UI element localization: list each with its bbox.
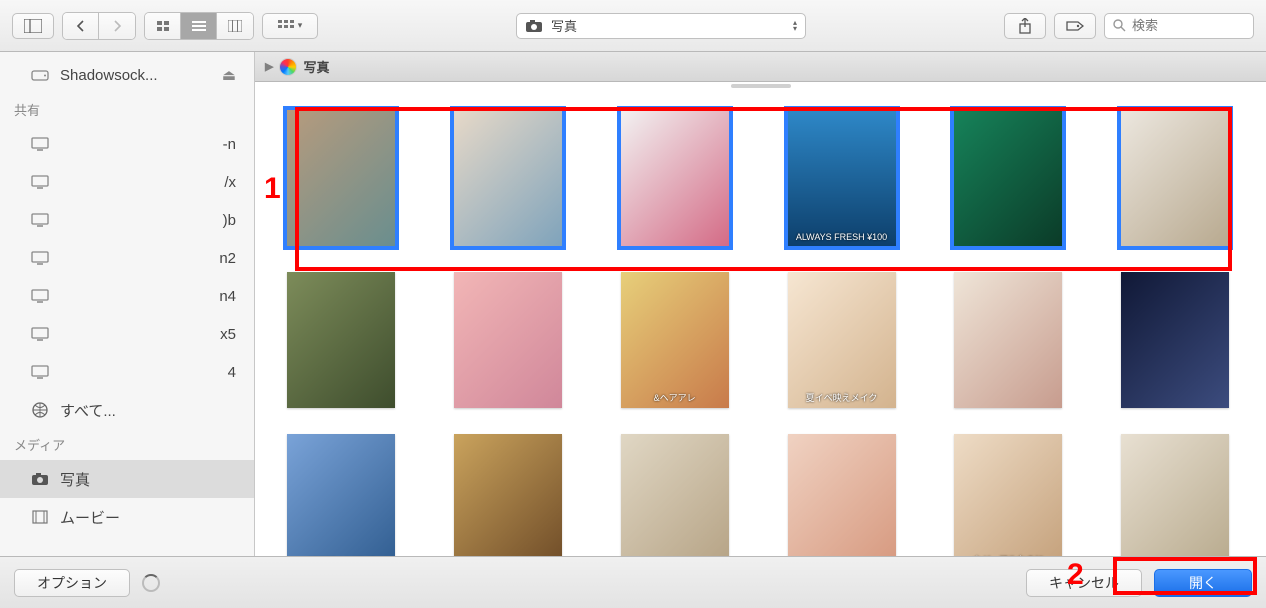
eject-icon[interactable]: ⏏ bbox=[222, 66, 236, 84]
list-view-button[interactable] bbox=[181, 13, 217, 39]
open-button[interactable]: 開く bbox=[1154, 569, 1252, 597]
thumbnail-item[interactable] bbox=[954, 110, 1062, 246]
thumbnail-item[interactable]: カジュアルなのに bbox=[954, 434, 1062, 556]
sidebar-shared-item[interactable]: 4 bbox=[0, 353, 254, 391]
toolbar: ▾ 写真 ▴▾ bbox=[0, 0, 1266, 52]
resize-handle[interactable] bbox=[731, 84, 791, 88]
share-button[interactable] bbox=[1004, 13, 1046, 39]
footer: オプション キャンセル 開く bbox=[0, 556, 1266, 608]
sidebar-toggle-button[interactable] bbox=[12, 13, 54, 39]
media-header: メディア bbox=[0, 429, 254, 460]
spinner-icon bbox=[142, 574, 160, 592]
search-box[interactable] bbox=[1104, 13, 1254, 39]
path-title: 写真 bbox=[303, 57, 329, 76]
thumbnail-item[interactable] bbox=[788, 434, 896, 556]
disclosure-triangle-icon[interactable]: ▶ bbox=[265, 60, 273, 73]
column-view-button[interactable] bbox=[217, 13, 253, 39]
monitor-icon bbox=[30, 250, 50, 266]
thumbnail-item[interactable] bbox=[1121, 434, 1229, 556]
thumbnail-item[interactable] bbox=[287, 272, 395, 408]
sidebar-movies-item[interactable]: ムービー bbox=[0, 498, 254, 536]
thumbnail-item[interactable] bbox=[1121, 110, 1229, 246]
options-button[interactable]: オプション bbox=[14, 569, 130, 597]
view-group bbox=[144, 12, 254, 40]
sidebar-all-item[interactable]: すべて... bbox=[0, 391, 254, 429]
thumbnail-caption: ALWAYS FRESH ¥100 bbox=[788, 232, 896, 242]
monitor-icon bbox=[30, 212, 50, 228]
camera-icon bbox=[30, 471, 50, 487]
location-label: 写真 bbox=[551, 16, 577, 35]
thumbnail-item[interactable] bbox=[1121, 272, 1229, 408]
thumbnail-item[interactable] bbox=[454, 434, 562, 556]
thumbnail-item[interactable] bbox=[287, 110, 395, 246]
sidebar-photos-item[interactable]: 写真 bbox=[0, 460, 254, 498]
sidebar-shared-item[interactable]: -n bbox=[0, 125, 254, 163]
thumbnail-item[interactable] bbox=[954, 272, 1062, 408]
thumbnail-caption: カジュアルなのに bbox=[954, 553, 1062, 556]
sidebar-shared-item[interactable]: /x bbox=[0, 163, 254, 201]
monitor-icon bbox=[30, 174, 50, 190]
thumbnail-item[interactable]: 夏イベ映えメイク bbox=[788, 272, 896, 408]
thumbnail-item[interactable]: SPEED LIMIT 45 bbox=[287, 434, 395, 556]
icon-view-button[interactable] bbox=[145, 13, 181, 39]
tags-button[interactable] bbox=[1054, 13, 1096, 39]
forward-button[interactable] bbox=[99, 13, 135, 39]
back-button[interactable] bbox=[63, 13, 99, 39]
updown-icon: ▴▾ bbox=[793, 20, 797, 32]
sidebar: Shadowsock... ⏏ 共有 -n /x )b n2 n4 x5 4 す… bbox=[0, 52, 255, 556]
sidebar-device-item[interactable]: Shadowsock... ⏏ bbox=[0, 56, 254, 94]
monitor-icon bbox=[30, 288, 50, 304]
film-icon bbox=[30, 509, 50, 525]
photos-app-icon bbox=[279, 58, 297, 76]
thumbnail-grid-area: ALWAYS FRESH ¥100&ヘアアレ 夏イベ映えメイク SPEED LIMI… bbox=[255, 82, 1266, 556]
sidebar-shared-item[interactable]: x5 bbox=[0, 315, 254, 353]
location-select[interactable]: 写真 ▴▾ bbox=[516, 13, 806, 39]
monitor-icon bbox=[30, 136, 50, 152]
thumbnail-item[interactable]: &ヘアアレ bbox=[621, 272, 729, 408]
thumbnail-item[interactable]: ALWAYS FRESH ¥100 bbox=[788, 110, 896, 246]
sidebar-shared-item[interactable]: n4 bbox=[0, 277, 254, 315]
device-label: Shadowsock... bbox=[60, 67, 158, 84]
camera-icon bbox=[525, 19, 543, 33]
nav-group bbox=[62, 12, 136, 40]
monitor-icon bbox=[30, 326, 50, 342]
thumbnail-caption: &ヘアアレ bbox=[621, 391, 729, 404]
arrange-button[interactable]: ▾ bbox=[262, 13, 318, 39]
path-bar: ▶ 写真 bbox=[255, 52, 1266, 82]
thumbnail-item[interactable] bbox=[454, 272, 562, 408]
sidebar-shared-item[interactable]: n2 bbox=[0, 239, 254, 277]
search-icon bbox=[1113, 19, 1126, 32]
thumbnail-item[interactable] bbox=[454, 110, 562, 246]
shared-header: 共有 bbox=[0, 94, 254, 125]
search-input[interactable] bbox=[1132, 18, 1266, 33]
monitor-icon bbox=[30, 364, 50, 380]
sidebar-shared-item[interactable]: )b bbox=[0, 201, 254, 239]
cancel-button[interactable]: キャンセル bbox=[1026, 569, 1142, 597]
thumbnail-item[interactable] bbox=[621, 434, 729, 556]
thumbnail-caption: 夏イベ映えメイク bbox=[788, 391, 896, 404]
disk-icon bbox=[30, 67, 50, 83]
content-area: ▶ 写真 ALWAYS FRESH ¥100&ヘアアレ 夏イベ映えメイク SPEED… bbox=[255, 52, 1266, 556]
thumbnail-item[interactable] bbox=[621, 110, 729, 246]
globe-icon bbox=[30, 402, 50, 418]
